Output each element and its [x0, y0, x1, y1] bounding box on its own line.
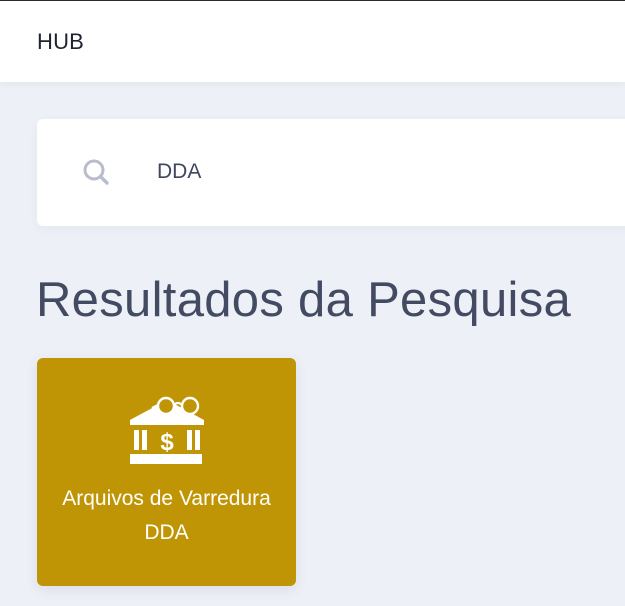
- brand-title[interactable]: HUB: [37, 29, 84, 55]
- result-card-arquivos-varredura-dda[interactable]: $ Arquivos de Varredura DDA: [37, 358, 296, 586]
- svg-text:$: $: [160, 429, 174, 456]
- results-title: Resultados da Pesquisa: [36, 273, 572, 327]
- top-bar: HUB: [0, 0, 625, 82]
- search-icon[interactable]: [81, 157, 111, 187]
- search-bar: [37, 119, 625, 226]
- search-input[interactable]: [157, 155, 597, 189]
- bank-glasses-icon: $: [130, 396, 204, 464]
- result-card-label: Arquivos de Varredura DDA: [62, 487, 271, 544]
